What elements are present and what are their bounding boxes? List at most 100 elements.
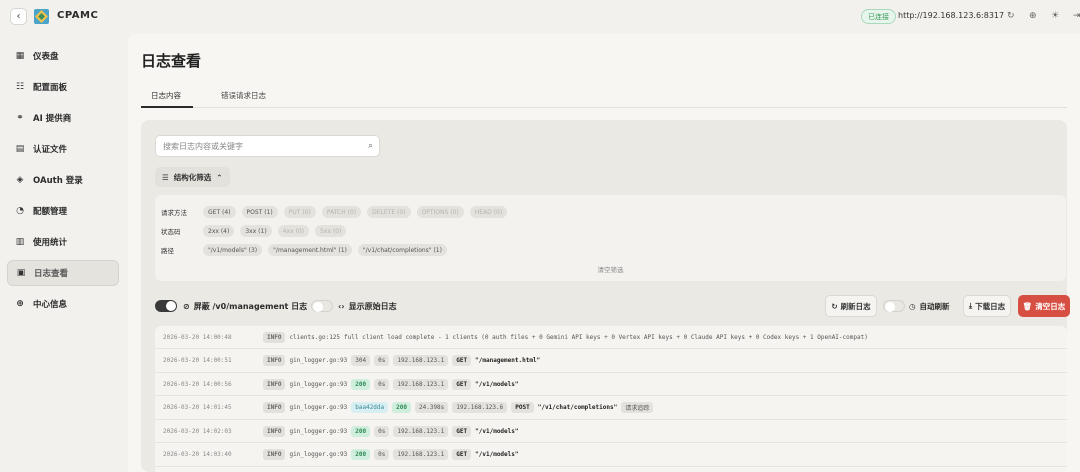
filter-row: 路径 "/v1/models" (3) "/management.html" (1)… xyxy=(161,244,453,256)
sidebar-item-1[interactable]: ☷ 配置面板 xyxy=(7,74,119,100)
structured-filter-toggle[interactable]: ☰ 结构化筛选 ⌃ xyxy=(155,167,230,187)
auto-refresh-text: 自动刷新 xyxy=(919,302,950,311)
client-ip-badge: 192.168.123.1 xyxy=(393,449,449,460)
app-logo xyxy=(34,9,49,24)
filter-chip[interactable]: HEAD (0) xyxy=(469,206,508,218)
refresh-icon: ↻ xyxy=(831,301,838,311)
download-log-button[interactable]: ⤓ 下载日志 xyxy=(963,295,1011,317)
filter-chip[interactable]: 4xx (0) xyxy=(277,225,309,237)
filter-list-icon: ☰ xyxy=(162,172,169,182)
log-level-badge: INFO xyxy=(263,331,286,343)
clear-log-label: 清空日志 xyxy=(1035,301,1066,311)
tab-log-content[interactable]: 日志内容 xyxy=(151,90,181,101)
code-icon: ‹› xyxy=(338,302,345,311)
log-icon: ▣ xyxy=(16,268,26,278)
auto-refresh-switch[interactable] xyxy=(883,300,905,312)
filter-chip[interactable]: 2xx (4) xyxy=(203,225,235,237)
filter-chip[interactable]: GET (4) xyxy=(203,206,236,218)
theme-sun-icon[interactable]: ☀ xyxy=(1051,11,1059,21)
status-code-badge: 304 xyxy=(351,355,371,366)
log-level-badge: INFO xyxy=(263,425,286,437)
log-row[interactable]: 2026-03-20 14:02:03 INFO gin_logger.go:93 2… xyxy=(155,420,1067,443)
sidebar-item-0[interactable]: ▦ 仪表盘 xyxy=(7,43,119,69)
log-level-badge: INFO xyxy=(263,402,286,413)
show-raw-text: 显示原始日志 xyxy=(348,302,397,311)
filter-row-label: 状态码 xyxy=(161,228,181,236)
request-path: "/v1/models" xyxy=(475,451,519,458)
log-timestamp: 2026-03-20 14:01:45 xyxy=(163,404,232,411)
log-row[interactable]: 2026-03-20 14:03:40 INFO gin_logger.go:93 2… xyxy=(155,444,1067,467)
filter-chip[interactable]: "/v1/models" (3) xyxy=(203,244,263,256)
log-row[interactable]: 2026-03-20 14:01:45 INFO gin_logger.go:93 b… xyxy=(155,397,1067,420)
hide-management-label: ⊘ 屏蔽 /v0/management 日志 xyxy=(183,301,307,312)
filter-chip[interactable]: DELETE (0) xyxy=(367,206,411,218)
filter-chip[interactable]: PATCH (0) xyxy=(321,206,362,218)
globe-icon[interactable]: ⊕ xyxy=(1029,11,1037,21)
filter-row: 状态码 2xx (4) 3xx (1) 4xx (0) 5xx (0) xyxy=(161,225,352,237)
tab-error-request-log[interactable]: 错误请求日志 xyxy=(221,90,266,101)
log-row[interactable]: 2026-03-20 14:00:48 INFO clients.go:125 ful… xyxy=(155,326,1067,349)
status-code-badge: 200 xyxy=(392,402,411,413)
sidebar-item-5[interactable]: ◔ 配额管理 xyxy=(7,198,119,224)
log-source: gin_logger.go:93 xyxy=(289,404,348,411)
refresh-icon[interactable]: ↻ xyxy=(1007,11,1015,21)
search-input[interactable]: 搜索日志内容或关键字 ⌕ xyxy=(155,135,380,157)
trash-icon: 🗑 xyxy=(1022,301,1033,311)
sidebar-item-8[interactable]: ⊕ 中心信息 xyxy=(7,291,119,317)
log-timestamp: 2026-03-20 14:00:48 xyxy=(163,333,232,341)
filter-row-label: 请求方法 xyxy=(161,209,187,217)
refresh-log-button[interactable]: ↻ 刷新日志 xyxy=(825,295,877,317)
log-timestamp: 2026-03-20 14:03:40 xyxy=(163,451,232,458)
status-code-badge: 200 xyxy=(351,449,371,460)
filter-chip[interactable]: 3xx (1) xyxy=(240,225,272,237)
back-button[interactable]: ‹ xyxy=(10,8,27,25)
filter-chip[interactable]: PUT (0) xyxy=(283,206,316,218)
filter-chip[interactable]: 5xx (0) xyxy=(314,225,347,237)
filter-chip[interactable]: "/management.html" (1) xyxy=(268,244,352,256)
timer-icon: ◷ xyxy=(909,302,916,311)
hide-management-switch[interactable] xyxy=(155,300,177,312)
hide-management-text: 屏蔽 /v0/management 日志 xyxy=(193,302,308,311)
trace-badge: 请求追踪 xyxy=(621,402,654,413)
clear-log-button[interactable]: 🗑 清空日志 xyxy=(1018,295,1070,317)
request-path: "/v1/chat/completions" xyxy=(537,404,618,411)
show-raw-switch[interactable] xyxy=(311,300,333,312)
sidebar-item-label: 配置面板 xyxy=(33,83,68,93)
clear-filter-button[interactable]: 清空筛选 xyxy=(155,264,1066,274)
request-path: "/management.html" xyxy=(475,357,541,364)
sidebar-item-2[interactable]: ⚭ AI 提供商 xyxy=(7,105,119,131)
download-icon: ⤓ xyxy=(968,301,973,310)
refresh-log-label: 刷新日志 xyxy=(840,301,871,311)
latency-badge: 24.398s xyxy=(415,402,449,413)
filter-chip[interactable]: POST (1) xyxy=(241,206,278,218)
network-icon: ⚭ xyxy=(16,113,24,123)
page-title: 日志查看 xyxy=(141,52,202,70)
logout-icon[interactable]: ⇥ xyxy=(1073,11,1080,21)
tab-bar: 日志内容 错误请求日志 xyxy=(141,86,1067,108)
connection-status-badge: 已连接 xyxy=(861,9,896,24)
sidebar-item-label: 日志查看 xyxy=(34,269,69,279)
sidebar-item-3[interactable]: ▤ 认证文件 xyxy=(7,136,119,162)
sidebar-item-6[interactable]: ▥ 使用统计 xyxy=(7,229,119,255)
log-row[interactable]: 2026-03-20 14:00:51 INFO gin_logger.go:93 3… xyxy=(155,350,1067,373)
switch-knob xyxy=(313,302,323,312)
log-row[interactable]: 2026-03-20 14:00:56 INFO gin_logger.go:93 2… xyxy=(155,373,1067,396)
filter-chip[interactable]: OPTIONS (0) xyxy=(416,206,464,218)
filter-chip[interactable]: "/v1/chat/completions" (1) xyxy=(357,244,447,256)
http-method-badge: GET xyxy=(452,378,472,390)
sidebar-item-4[interactable]: ◈ OAuth 登录 xyxy=(7,167,119,193)
sidebar: ▦ 仪表盘 ☷ 配置面板 ⚭ AI 提供商 ▤ 认证文件 ◈ OAuth 登录 ◔ 配额管理 ▥ 使用统计… xyxy=(0,34,128,472)
log-timestamp: 2026-03-20 14:00:51 xyxy=(163,357,232,364)
request-path: "/v1/models" xyxy=(475,380,519,388)
filter-row: 请求方法 GET (4) POST (1) PUT (0) PATCH (0) DELET… xyxy=(161,206,513,218)
http-method-badge: GET xyxy=(452,449,472,460)
chevron-left-icon: ‹ xyxy=(16,11,21,22)
chevron-up-icon: ⌃ xyxy=(216,172,223,182)
http-method-badge: GET xyxy=(452,355,472,366)
log-message: full client load complete - 1 clients (0… xyxy=(344,333,868,341)
request-id-badge: baa42dda xyxy=(351,402,389,413)
log-source: gin_logger.go:93 xyxy=(289,357,348,364)
filter-row-label: 路径 xyxy=(161,247,174,255)
download-log-label: 下载日志 xyxy=(975,301,1006,311)
sidebar-item-7[interactable]: ▣ 日志查看 xyxy=(7,260,119,286)
